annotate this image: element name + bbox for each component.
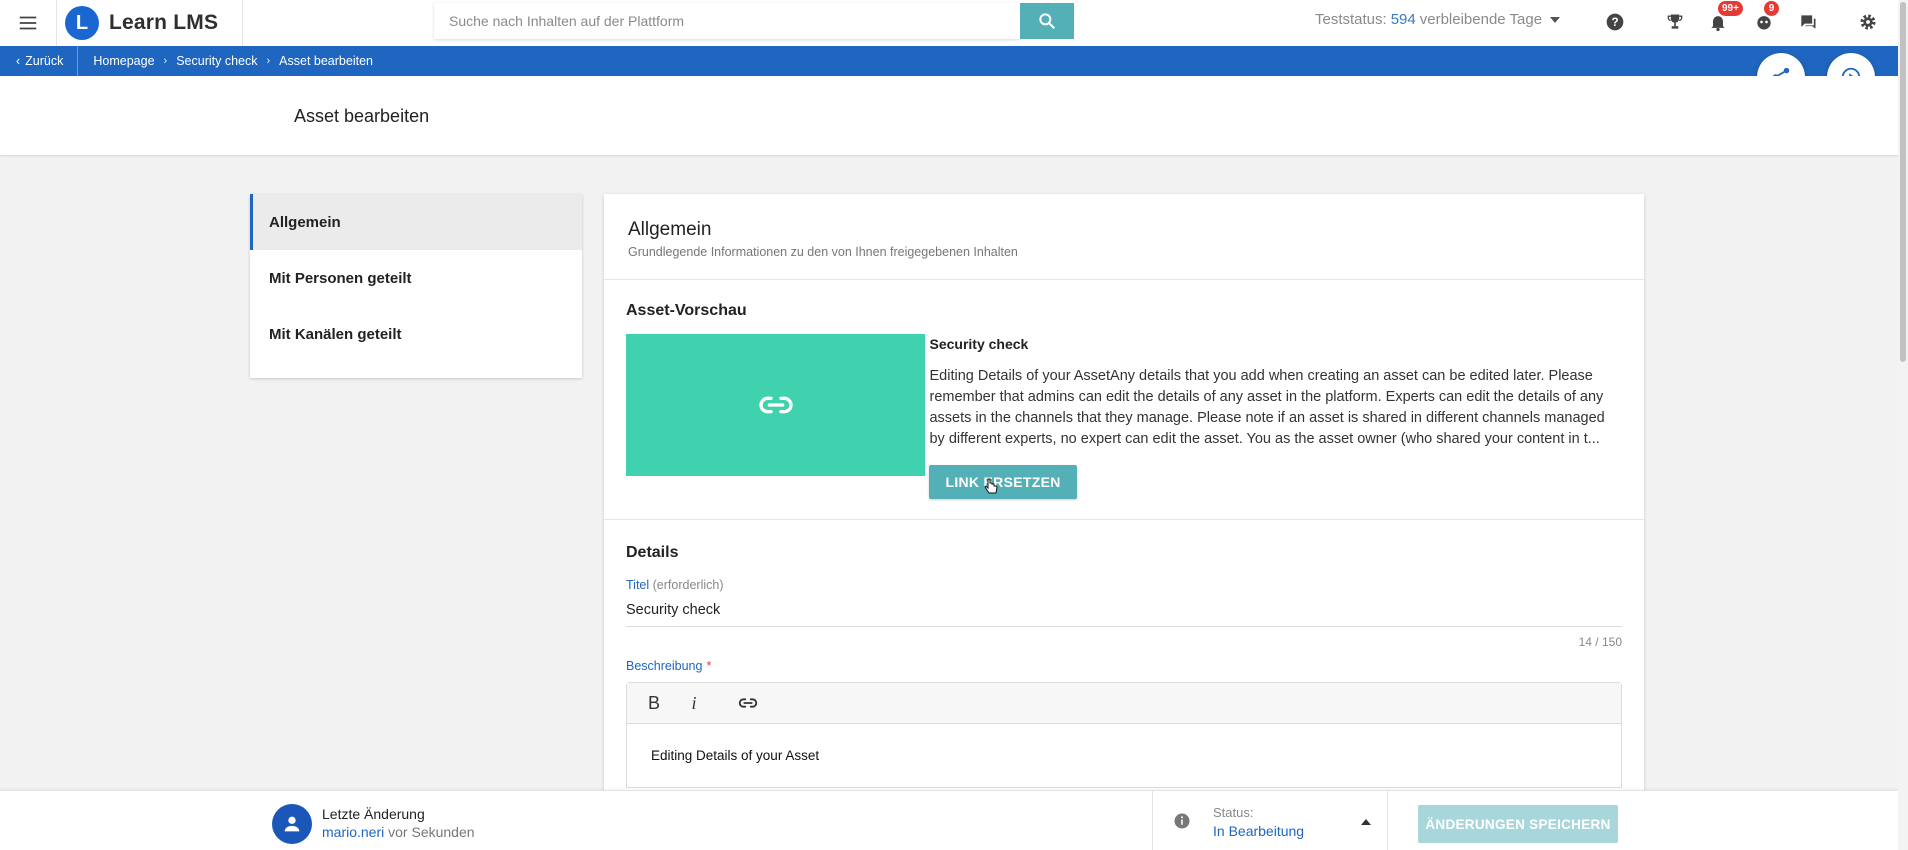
nav-item-general[interactable]: Allgemein xyxy=(250,194,582,250)
card-subtitle: Grundlegende Informationen zu den von Ih… xyxy=(628,245,1018,259)
asset-info: Security check Editing Details of your A… xyxy=(925,334,1622,499)
section-nav: Allgemein Mit Personen geteilt Mit Kanäl… xyxy=(250,194,582,378)
chevron-left-icon: ‹ xyxy=(16,54,21,68)
search-button[interactable] xyxy=(1020,3,1074,39)
help-icon[interactable]: ? xyxy=(1603,10,1627,34)
asset-description: Editing Details of your AssetAny details… xyxy=(929,368,1605,447)
breadcrumb-current: Asset bearbeiten xyxy=(279,54,373,68)
brand-name: Learn LMS xyxy=(109,11,219,34)
notifications-badge: 99+ xyxy=(1718,1,1743,16)
link-icon xyxy=(759,396,793,414)
description-editor: B i Editing Details of your Asset xyxy=(626,682,1622,788)
logo-icon: L xyxy=(65,6,99,40)
title-input[interactable] xyxy=(626,592,1622,627)
status-selector[interactable]: Status: In Bearbeitung xyxy=(1152,791,1388,850)
link-button[interactable] xyxy=(735,690,761,716)
breadcrumb-homepage[interactable]: Homepage xyxy=(93,54,154,68)
italic-icon: i xyxy=(691,692,697,713)
menu-icon[interactable] xyxy=(0,0,56,46)
scrollbar-thumb[interactable] xyxy=(1900,2,1906,362)
status-value: In Bearbeitung xyxy=(1213,823,1305,839)
asset-preview: Security check Editing Details of your A… xyxy=(626,334,1622,499)
title-counter: 14 / 150 xyxy=(1578,635,1622,649)
required-star: * xyxy=(706,659,712,673)
trial-days: 594 xyxy=(1390,11,1416,28)
trophy-icon[interactable] xyxy=(1663,10,1687,34)
hand-cursor-icon xyxy=(984,478,998,494)
nav-item-shared-people[interactable]: Mit Personen geteilt xyxy=(250,250,582,306)
last-change-label: Letzte Änderung xyxy=(322,806,425,822)
asset-preview-title: Asset-Vorschau xyxy=(626,302,747,319)
notifications-icon[interactable]: 99+ xyxy=(1706,1,1743,34)
link-icon xyxy=(738,698,758,708)
status-label: Status: xyxy=(1213,805,1254,820)
search-bar xyxy=(434,3,1074,39)
details-section: Details Titel (erforderlich) 14 / 150 Be… xyxy=(604,520,1644,788)
replace-link-button[interactable]: LINK ERSETZEN xyxy=(929,465,1077,499)
title-field-label: Titel (erforderlich) xyxy=(626,578,1622,592)
card-title: Allgemein xyxy=(628,219,712,240)
search-icon xyxy=(1039,13,1055,29)
tasks-badge: 9 xyxy=(1764,1,1779,16)
last-change-time: vor Sekunden xyxy=(388,824,475,840)
last-change-user[interactable]: mario.neri xyxy=(322,824,384,840)
trial-suffix: verbleibende Tage xyxy=(1419,11,1543,28)
asset-thumbnail xyxy=(626,334,926,476)
asset-preview-section: Asset-Vorschau Security check Editing De… xyxy=(604,280,1644,520)
trial-status[interactable]: Teststatus: 594 verbleibende Tage xyxy=(1315,11,1561,28)
breadcrumb-bar: ‹ Zurück Homepage › Security check › Ass… xyxy=(0,46,1898,76)
details-title: Details xyxy=(626,544,679,561)
last-change: Letzte Änderung mario.neri vor Sekunden xyxy=(322,805,475,841)
bottom-status-bar: Letzte Änderung mario.neri vor Sekunden … xyxy=(0,790,1898,850)
breadcrumb: Homepage › Security check › Asset bearbe… xyxy=(78,54,373,68)
nav-item-shared-channels[interactable]: Mit Kanälen geteilt xyxy=(250,306,582,362)
brand[interactable]: L Learn LMS xyxy=(56,0,244,46)
person-icon xyxy=(284,816,300,832)
editor-content[interactable]: Editing Details of your Asset xyxy=(627,724,1621,787)
page-title: Asset bearbeiten xyxy=(294,106,430,126)
card-header: Allgemein Grundlegende Informationen zu … xyxy=(604,194,1644,280)
caret-down-icon xyxy=(1550,16,1561,23)
chat-icon[interactable] xyxy=(1796,10,1820,34)
editor-toolbar: B i xyxy=(627,683,1621,724)
page-scrollbar[interactable] xyxy=(1898,0,1908,850)
tasks-icon[interactable]: 9 xyxy=(1752,1,1779,34)
back-label: Zurück xyxy=(25,54,64,68)
info-icon xyxy=(1174,813,1190,829)
title-required: (erforderlich) xyxy=(652,578,724,592)
description-field-label: Beschreibung * xyxy=(626,659,1622,673)
back-button[interactable]: ‹ Zurück xyxy=(0,46,79,76)
caret-up-icon xyxy=(1361,819,1371,825)
italic-button[interactable]: i xyxy=(681,690,707,716)
trial-label: Teststatus: xyxy=(1315,11,1387,28)
breadcrumb-security-check[interactable]: Security check xyxy=(176,54,257,68)
chevron-right-icon: › xyxy=(163,55,168,67)
avatar xyxy=(272,804,312,844)
search-input[interactable] xyxy=(434,3,1020,39)
general-card: Allgemein Grundlegende Informationen zu … xyxy=(604,194,1644,850)
bold-button[interactable]: B xyxy=(641,690,667,716)
save-changes-button[interactable]: ÄNDERUNGEN SPEICHERN xyxy=(1418,805,1618,843)
asset-title: Security check xyxy=(929,336,1029,352)
chevron-right-icon: › xyxy=(266,55,271,67)
title-label: Titel xyxy=(626,578,650,592)
bold-icon: B xyxy=(647,692,660,713)
description-label: Beschreibung xyxy=(626,659,703,673)
svg-text:?: ? xyxy=(1611,16,1618,29)
settings-icon[interactable] xyxy=(1856,10,1880,34)
page-header: Asset bearbeiten xyxy=(0,76,1898,156)
